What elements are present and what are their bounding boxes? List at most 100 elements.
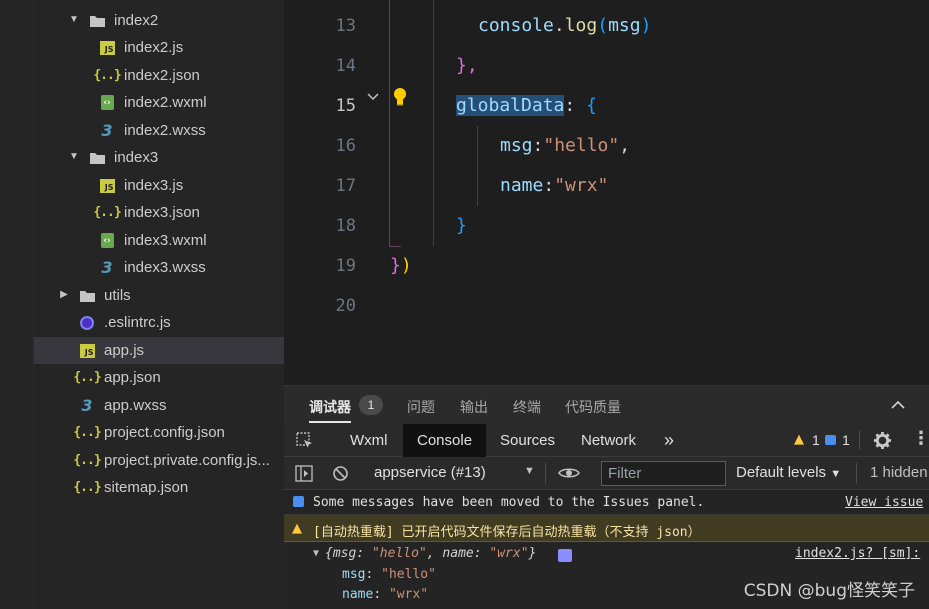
view-issues-link[interactable]: View issue (845, 495, 923, 510)
warning-count[interactable]: 1 (812, 432, 820, 448)
code-token: ) (400, 255, 412, 276)
tree-label: sitemap.json (104, 479, 189, 496)
toolbar-divider (859, 430, 860, 450)
code-editor[interactable]: 13 14 15 16 17 18 19 20 console.log(msg)… (284, 0, 929, 385)
json-file-icon: {..} (73, 370, 101, 385)
code-line-18: } (456, 215, 467, 236)
code-line-15: globalData: { (456, 95, 597, 116)
tree-folder-utils[interactable]: ▶ utils (34, 282, 284, 309)
js-file-icon: JS (98, 39, 116, 56)
js-file-icon: JS (98, 177, 116, 194)
devtools-tab-sources[interactable]: Sources (500, 424, 555, 457)
panel-tabs: 调试器 1 问题 输出 终端 代码质量 (284, 386, 929, 424)
filter-input[interactable]: Filter (601, 461, 726, 486)
toolbar-divider (545, 463, 546, 484)
tree-label: app.js (104, 342, 145, 359)
expand-triangle-icon[interactable]: ▼ (313, 548, 319, 559)
eye-icon[interactable] (558, 466, 580, 480)
more-tabs-icon[interactable]: » (664, 424, 674, 457)
tree-file-app-json[interactable]: {..} app.json (34, 364, 284, 391)
tree-file-index3-js[interactable]: JS index3.js (34, 172, 284, 199)
inspect-element-icon[interactable] (296, 432, 314, 450)
chevron-down-icon[interactable] (366, 90, 380, 104)
js-file-icon: JS (78, 342, 96, 359)
sidebar-toggle-icon[interactable] (295, 465, 313, 482)
default-levels-select[interactable]: Default levels ▼ (736, 464, 841, 481)
code-token: ) (640, 15, 652, 36)
devtools-tab-network[interactable]: Network (581, 424, 636, 457)
property-row: msg: "hello" (342, 567, 436, 582)
code-line-16: msg:"hello", (500, 136, 630, 156)
tab-code-quality[interactable]: 代码质量 (565, 397, 621, 417)
json-file-icon: {..} (73, 480, 101, 495)
tab-terminal[interactable]: 终端 (513, 397, 541, 417)
source-link[interactable]: index2.js? [sm]: (795, 546, 920, 561)
tab-problems[interactable]: 问题 (407, 397, 435, 417)
bracket-guide (389, 0, 390, 247)
folder-icon (78, 287, 96, 304)
levels-label: Default levels (736, 464, 827, 481)
chevron-up-icon[interactable] (890, 399, 906, 411)
code-token: "wrx" (554, 175, 609, 196)
chevron-right-icon: ▶ (60, 289, 68, 300)
console-info-message: Some messages have been moved to the Iss… (284, 490, 929, 515)
line-number: 14 (335, 56, 356, 76)
tree-file-sitemap[interactable]: {..} sitemap.json (34, 474, 284, 501)
tree-label: index3 (114, 149, 159, 166)
code-token: log (564, 15, 598, 36)
tab-debugger[interactable]: 调试器 (309, 397, 351, 423)
tree-label: index3.wxss (124, 259, 206, 276)
tree-file-index3-wxml[interactable]: ‹› index3.wxml (34, 227, 284, 254)
obj-token: , (426, 546, 443, 561)
css-file-icon: 3 (101, 121, 113, 140)
info-icon (825, 435, 836, 445)
folder-icon (88, 149, 106, 166)
line-number: 19 (335, 256, 356, 276)
tree-label: index3.wxml (124, 232, 207, 249)
tree-label: index2.wxss (124, 122, 206, 139)
property-value: "wrx" (388, 587, 429, 602)
property-key: name (342, 587, 374, 602)
tree-label: project.private.config.js... (104, 452, 270, 469)
tree-label: project.config.json (104, 424, 225, 441)
tree-file-index2-json[interactable]: {..} index2.json (34, 62, 284, 89)
clear-console-icon[interactable] (332, 465, 349, 482)
devtools-tab-console[interactable]: Console (403, 424, 487, 457)
line-number: 13 (335, 16, 356, 36)
code-line-14: }, (456, 55, 478, 76)
tree-file-app-wxss[interactable]: 3 app.wxss (34, 392, 284, 419)
code-token: ( (597, 15, 609, 36)
devtools-tab-wxml[interactable]: Wxml (350, 424, 388, 457)
kebab-menu-icon[interactable]: ⋮ (912, 428, 929, 449)
tab-output[interactable]: 输出 (460, 397, 488, 417)
tree-file-index2-js[interactable]: JS index2.js (34, 34, 284, 61)
code-token: : (532, 135, 544, 156)
tree-file-eslintrc[interactable]: .eslintrc.js (34, 309, 284, 336)
tree-file-index3-json[interactable]: {..} index3.json (34, 199, 284, 226)
chevron-down-icon: ▼ (69, 151, 79, 162)
console-filter-bar: appservice (#13) ▼ Filter Default levels… (284, 457, 929, 490)
info-count[interactable]: 1 (842, 432, 850, 448)
line-number: 16 (335, 136, 356, 156)
tree-folder-index2[interactable]: ▼ index2 (34, 7, 284, 34)
tree-file-project-private-config[interactable]: {..} project.private.config.js... (34, 447, 284, 474)
gear-icon[interactable] (873, 431, 892, 450)
code-token: "hello" (543, 135, 620, 156)
obj-token: name (442, 546, 474, 561)
line-number: 20 (335, 296, 356, 316)
tree-file-project-config[interactable]: {..} project.config.json (34, 419, 284, 446)
debugger-count-badge: 1 (359, 395, 383, 415)
line-number-active: 15 (335, 96, 356, 116)
tree-folder-index3[interactable]: ▼ index3 (34, 144, 284, 171)
lightbulb-icon[interactable] (392, 87, 408, 107)
context-select[interactable]: appservice (#13) (374, 464, 486, 481)
tree-file-app-js[interactable]: JS app.js (34, 337, 284, 364)
tree-file-index3-wxss[interactable]: 3 index3.wxss (34, 254, 284, 281)
code-line-13: console.log(msg) (478, 16, 651, 36)
tree-file-index2-wxss[interactable]: 3 index2.wxss (34, 117, 284, 144)
obj-token: { (325, 546, 333, 561)
caret-down-icon[interactable]: ▼ (524, 465, 535, 477)
tree-file-index2-wxml[interactable]: ‹› index2.wxml (34, 89, 284, 116)
json-file-icon: {..} (73, 425, 101, 440)
folder-icon (88, 12, 106, 29)
